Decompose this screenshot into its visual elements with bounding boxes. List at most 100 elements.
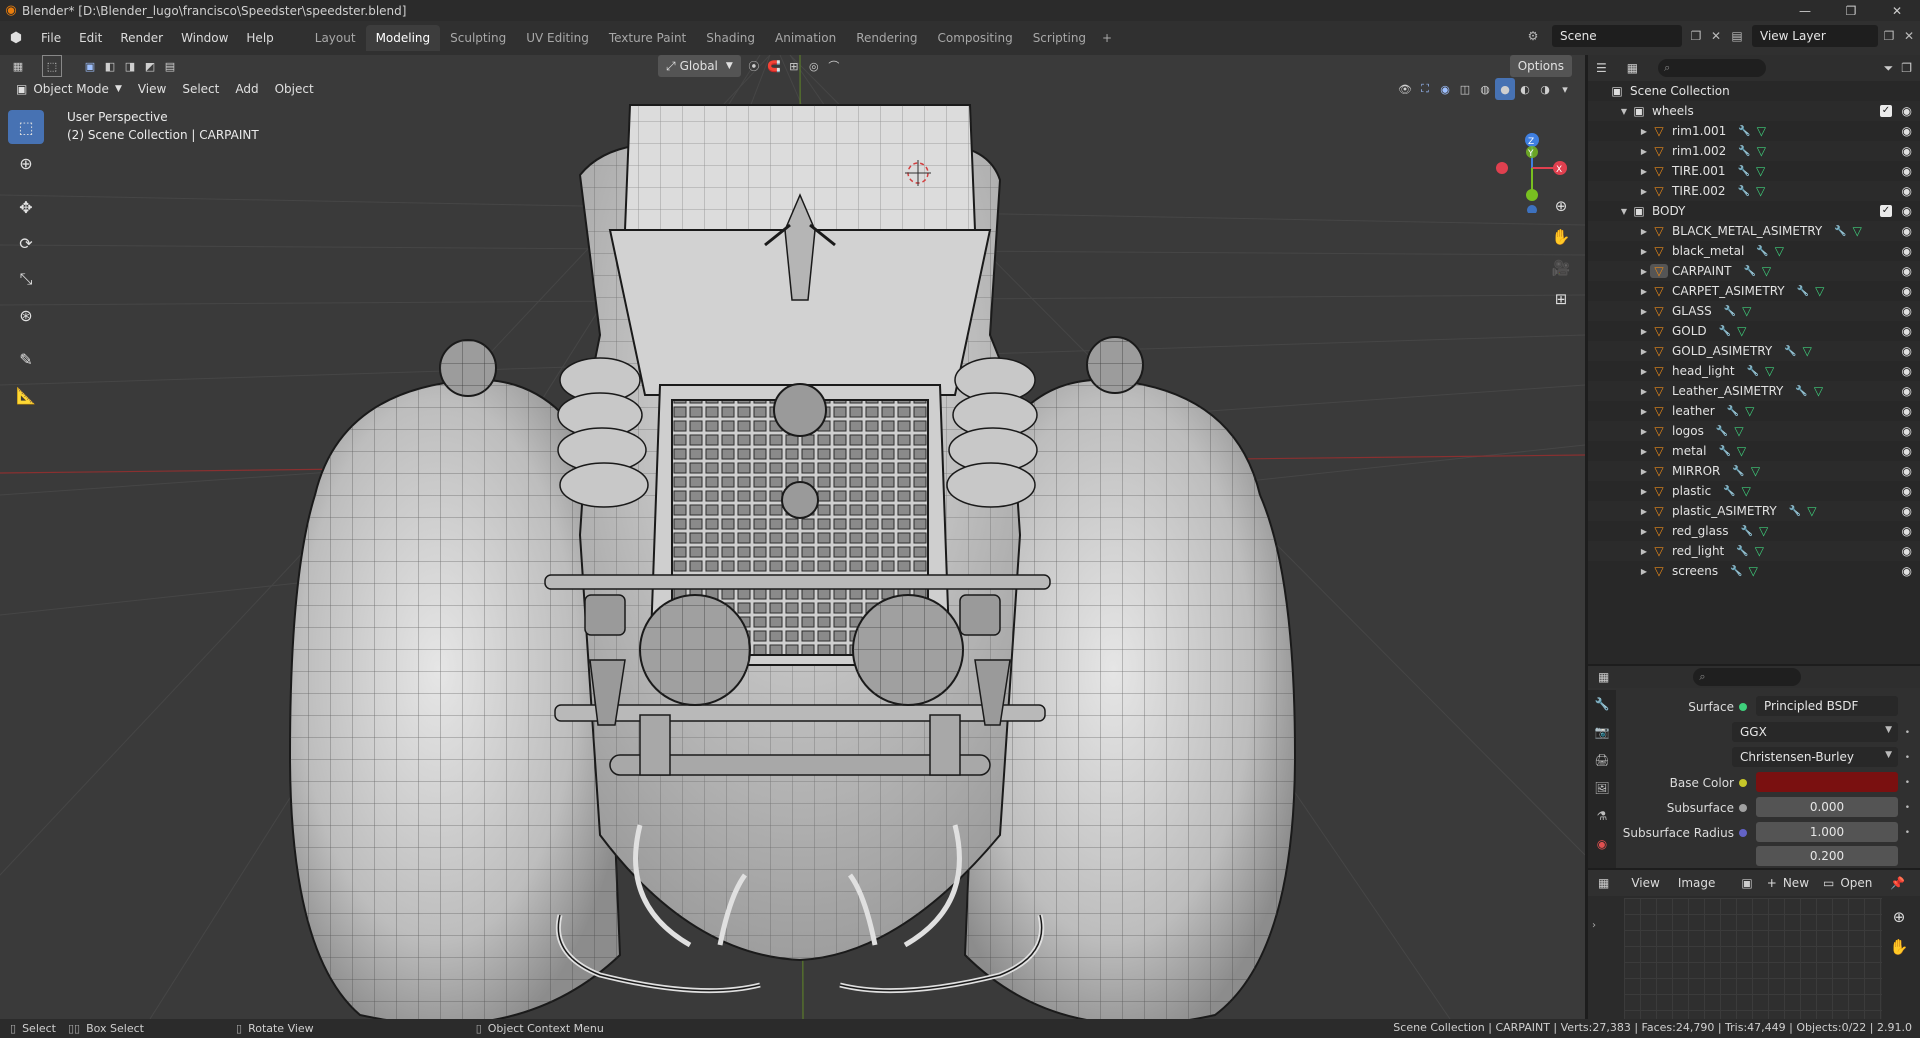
expand-arrow-icon[interactable]: ▶ xyxy=(1638,507,1650,516)
outliner-object-row[interactable]: ▶ ▽ leather 🔧 ▽ ◉ xyxy=(1588,401,1920,421)
pivot-icon[interactable]: ⦿ xyxy=(744,55,764,77)
modifier-wrench-icon[interactable]: 🔧 xyxy=(1730,566,1742,577)
menu-window[interactable]: Window xyxy=(172,21,237,55)
expand-arrow-icon[interactable]: ▶ xyxy=(1638,407,1650,416)
outliner-root-row[interactable]: ▣ Scene Collection xyxy=(1588,81,1920,101)
modifier-wrench-icon[interactable]: 🔧 xyxy=(1716,426,1728,437)
modifier-wrench-icon[interactable]: 🔧 xyxy=(1795,386,1807,397)
restore-icon[interactable]: ❐ xyxy=(1828,0,1874,21)
tab-shading[interactable]: Shading xyxy=(696,25,765,51)
keyframe-dot-icon[interactable]: • xyxy=(1905,728,1910,738)
modifier-wrench-icon[interactable]: 🔧 xyxy=(1718,446,1730,457)
eye-icon[interactable]: ◉ xyxy=(1902,324,1912,338)
eye-icon[interactable]: ◉ xyxy=(1902,424,1912,438)
modifier-wrench-icon[interactable]: 🔧 xyxy=(1719,326,1731,337)
new-image-button[interactable]: + New xyxy=(1767,876,1809,890)
outliner-object-row[interactable]: ▶ ▽ TIRE.001 🔧 ▽ ◉ xyxy=(1588,161,1920,181)
filter-icon[interactable]: ⏷ xyxy=(1884,61,1894,76)
output-tab-icon[interactable]: 🖨 xyxy=(1588,746,1616,774)
mesh-data-icon[interactable]: ▽ xyxy=(1756,184,1765,198)
expand-arrow-icon[interactable]: ▶ xyxy=(1638,327,1650,336)
mesh-data-icon[interactable]: ▽ xyxy=(1755,544,1764,558)
falloff-icon[interactable]: ⌒ xyxy=(824,55,844,77)
outliner-object-row[interactable]: ▶ ▽ BLACK_METAL_ASIMETRY 🔧 ▽ ◉ xyxy=(1588,221,1920,241)
selection-mode-invert-icon[interactable]: ◩ xyxy=(140,55,160,77)
keyframe-dot-icon[interactable]: • xyxy=(1905,778,1910,788)
tab-modeling[interactable]: Modeling xyxy=(365,25,441,51)
properties-search-input[interactable]: ⌕ xyxy=(1693,668,1802,686)
outliner-object-row[interactable]: ▶ ▽ GOLD 🔧 ▽ ◉ xyxy=(1588,321,1920,341)
expand-arrow-icon[interactable]: ▶ xyxy=(1638,447,1650,456)
gizmo-icon[interactable]: ⛶ xyxy=(1415,78,1435,100)
delete-scene-icon[interactable]: ✕ xyxy=(1705,25,1727,47)
open-image-button[interactable]: ▭ Open xyxy=(1823,876,1872,890)
expand-arrow-icon[interactable]: ▶ xyxy=(1638,247,1650,256)
scene-selector[interactable]: Scene xyxy=(1552,25,1682,47)
mesh-data-icon[interactable]: ▽ xyxy=(1815,284,1824,298)
viewport-menu-object[interactable]: Object xyxy=(267,78,322,100)
eye-icon[interactable]: ◉ xyxy=(1902,404,1912,418)
eye-icon[interactable]: ◉ xyxy=(1902,464,1912,478)
viewport-scene[interactable] xyxy=(0,55,1585,1019)
eye-icon[interactable]: ◉ xyxy=(1902,164,1912,178)
outliner-object-row[interactable]: ▶ ▽ screens 🔧 ▽ ◉ xyxy=(1588,561,1920,581)
snap-icon[interactable]: 🧲 xyxy=(764,55,784,77)
move-tool-icon[interactable]: ✥ xyxy=(8,190,44,224)
eye-icon[interactable]: ◉ xyxy=(1902,204,1912,218)
rotate-tool-icon[interactable]: ⟳ xyxy=(8,226,44,260)
eye-icon[interactable]: ◉ xyxy=(1902,384,1912,398)
pan-hand-icon[interactable]: ✋ xyxy=(1546,222,1576,252)
keyframe-dot-icon[interactable]: • xyxy=(1905,753,1910,763)
modifier-wrench-icon[interactable]: 🔧 xyxy=(1797,286,1809,297)
render-tab-icon[interactable]: 📷 xyxy=(1588,718,1616,746)
outliner-object-row[interactable]: ▶ ▽ metal 🔧 ▽ ◉ xyxy=(1588,441,1920,461)
view-layer-icon[interactable]: ▤ xyxy=(1726,25,1748,47)
tab-uv-editing[interactable]: UV Editing xyxy=(516,25,599,51)
camera-view-icon[interactable]: 🎥 xyxy=(1546,253,1576,283)
modifier-wrench-icon[interactable]: 🔧 xyxy=(1738,146,1750,157)
eye-icon[interactable]: ◉ xyxy=(1902,144,1912,158)
eye-icon[interactable]: ◉ xyxy=(1902,124,1912,138)
zoom-icon[interactable]: ⊕ xyxy=(1546,191,1576,221)
selection-mode-new-icon[interactable]: ▣ xyxy=(80,55,100,77)
expand-arrow-icon[interactable]: ▼ xyxy=(1618,207,1630,216)
menu-render[interactable]: Render xyxy=(111,21,172,55)
cursor-tool-icon[interactable]: ⊕ xyxy=(8,146,44,180)
modifier-wrench-icon[interactable]: 🔧 xyxy=(1740,526,1752,537)
overlay-icon[interactable]: ◉ xyxy=(1435,78,1455,100)
eye-icon[interactable]: ◉ xyxy=(1902,304,1912,318)
outliner-object-row[interactable]: ▶ ▽ GOLD_ASIMETRY 🔧 ▽ ◉ xyxy=(1588,341,1920,361)
eye-icon[interactable]: ◉ xyxy=(1902,264,1912,278)
sidebar-toggle-icon[interactable]: › xyxy=(1592,920,1596,931)
expand-arrow-icon[interactable]: ▶ xyxy=(1638,167,1650,176)
viewport-menu-add[interactable]: Add xyxy=(227,78,266,100)
modifier-wrench-icon[interactable]: 🔧 xyxy=(1732,466,1744,477)
scene-tab-icon[interactable]: ⚗ xyxy=(1588,802,1616,830)
mesh-data-icon[interactable]: ▽ xyxy=(1737,444,1746,458)
subsurface-radius-field[interactable]: 1.000 xyxy=(1756,822,1898,842)
modifier-wrench-icon[interactable]: 🔧 xyxy=(1738,126,1750,137)
tab-sculpting[interactable]: Sculpting xyxy=(440,25,516,51)
modifier-wrench-icon[interactable]: 🔧 xyxy=(1738,166,1750,177)
modifier-wrench-icon[interactable]: 🔧 xyxy=(1789,506,1801,517)
scale-tool-icon[interactable]: ⤡ xyxy=(8,262,44,296)
eye-icon[interactable]: ◉ xyxy=(1902,224,1912,238)
visibility-icon[interactable]: 👁 xyxy=(1395,78,1415,100)
world-tab-icon[interactable]: ◉ xyxy=(1588,830,1616,858)
mesh-data-icon[interactable]: ▽ xyxy=(1814,384,1823,398)
pin-icon[interactable]: 📌 xyxy=(1890,876,1905,890)
mesh-data-icon[interactable]: ▽ xyxy=(1751,464,1760,478)
properties-editor-icon[interactable]: ▦ xyxy=(1598,670,1609,684)
eye-icon[interactable]: ◉ xyxy=(1902,344,1912,358)
modifier-wrench-icon[interactable]: 🔧 xyxy=(1743,266,1755,277)
expand-arrow-icon[interactable]: ▼ xyxy=(1618,107,1630,116)
solid-shading-icon[interactable]: ● xyxy=(1495,78,1515,100)
pan-hand-icon[interactable]: ✋ xyxy=(1884,932,1914,962)
eye-icon[interactable]: ◉ xyxy=(1902,544,1912,558)
delete-view-layer-icon[interactable]: ✕ xyxy=(1898,25,1920,47)
ortho-grid-icon[interactable]: ⊞ xyxy=(1546,284,1576,314)
collection-row-body[interactable]: ▼ ▣ BODY ✓ ◉ xyxy=(1588,201,1920,221)
eye-icon[interactable]: ◉ xyxy=(1902,504,1912,518)
modifier-wrench-icon[interactable]: 🔧 xyxy=(1738,186,1750,197)
material-shading-icon[interactable]: ◐ xyxy=(1515,78,1535,100)
